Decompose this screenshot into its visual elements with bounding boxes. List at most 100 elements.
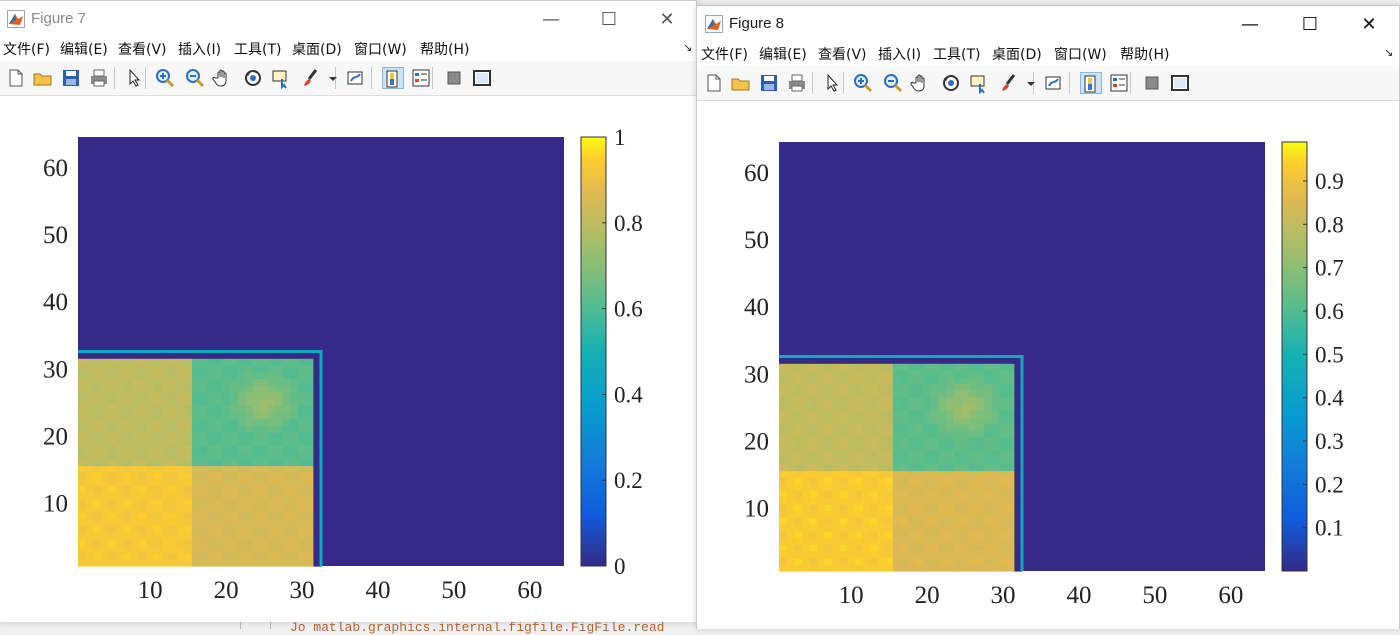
menu-tools[interactable]: 工具(T) [933,44,980,64]
heatmap-cell [915,369,924,378]
save-icon[interactable] [758,72,780,94]
heatmap-cell [809,503,818,512]
menu-help[interactable]: 帮助(H) [420,39,469,59]
y-tick-label: 60 [744,160,769,187]
menu-desktop[interactable]: 桌面(D) [292,39,342,59]
figure-8-window[interactable]: Figure 8 — ☐ ✕ 文件(F) 编辑(E) 查看(V) 插入(I) 工… [696,5,1400,629]
heatmap-cell [779,416,788,425]
menu-file[interactable]: 文件(F) [701,44,748,64]
heatmap-figure[interactable]: 10 20 30 40 50 601020304050600.10.20.30.40.50… [697,101,1399,629]
heatmap-cell [222,498,231,507]
brush-icon[interactable] [300,67,322,89]
heatmap-cell [968,530,978,539]
legend-icon[interactable] [1108,72,1130,94]
pan-hand-icon[interactable] [212,67,234,89]
legend-icon[interactable] [410,67,432,89]
print-icon[interactable] [786,72,808,94]
heatmap-cell [854,524,864,532]
menu-window[interactable]: 窗口(W) [354,39,407,59]
zoom-out-icon[interactable] [882,72,904,94]
heatmap-cell [779,450,788,458]
x-tick-label: 40 [365,577,390,604]
rotate-3d-icon[interactable] [940,72,962,94]
minimize-button[interactable]: — [1227,6,1273,42]
menu-desktop[interactable]: 桌面(D) [992,44,1042,64]
heatmap-cell [854,376,864,384]
pointer-icon[interactable] [123,67,145,89]
data-cursor-icon[interactable] [270,67,292,89]
figure-7-window[interactable]: Figure 7 — ☐ ✕ 文件(F) 编辑(E) 查看(V) 插入(I) 工… [0,0,697,622]
rotate-3d-icon[interactable] [242,67,264,89]
menu-insert[interactable]: 插入(I) [178,39,221,59]
heatmap-cell [892,443,902,451]
new-file-icon[interactable] [5,67,27,89]
brush-dropdown-icon[interactable] [322,67,337,89]
colorbar-icon[interactable] [1080,72,1102,94]
data-cursor-icon[interactable] [968,72,990,94]
close-button[interactable]: ✕ [1346,6,1392,42]
heatmap-cell [298,472,307,480]
menu-view[interactable]: 查看(V) [818,44,867,64]
zoom-in-icon[interactable] [852,72,874,94]
heatmap-cell [991,530,1000,539]
heatmap-cell [968,363,978,371]
menu-view[interactable]: 查看(V) [118,39,167,59]
show-plot-tools-icon[interactable] [1169,72,1191,94]
heatmap-cell [176,445,185,453]
heatmap-cell [991,423,1000,431]
print-icon[interactable] [88,67,110,89]
pan-hand-icon[interactable] [910,72,932,94]
dock-arrow-icon[interactable]: ↘ [683,41,692,54]
heatmap-cell [199,472,208,480]
menu-insert[interactable]: 插入(I) [878,44,921,64]
open-folder-icon[interactable] [730,72,752,94]
heatmap-cell [229,418,239,426]
zoom-out-icon[interactable] [184,67,206,89]
heatmap-cell [968,524,978,532]
heatmap-cell [847,497,856,505]
colorbar-icon[interactable] [382,67,404,89]
maximize-button[interactable]: ☐ [586,1,632,37]
menu-edit[interactable]: 编辑(E) [60,39,108,59]
menu-window[interactable]: 窗口(W) [1054,44,1107,64]
heatmap-cell [938,497,947,505]
link-plot-icon[interactable] [345,67,367,89]
pointer-icon[interactable] [821,72,843,94]
save-icon[interactable] [60,67,82,89]
heatmap-cell [976,503,985,512]
menu-file[interactable]: 文件(F) [3,39,50,59]
heatmap-cell [809,369,818,378]
new-file-icon[interactable] [703,72,725,94]
hide-plot-tools-icon[interactable] [1141,72,1163,94]
heatmap-cell [999,457,1008,465]
heatmap-cell [953,510,962,518]
maximize-button[interactable]: ☐ [1287,6,1333,42]
heatmap-cell [779,517,788,525]
close-button[interactable]: ✕ [644,1,690,37]
menu-help[interactable]: 帮助(H) [1120,44,1169,64]
title-bar[interactable]: Figure 7 — ☐ ✕ [0,1,696,37]
heatmap-cell [78,465,87,473]
brush-dropdown-icon[interactable] [1020,72,1035,94]
heatmap-figure[interactable]: 10 20 30 40 50 6010203040506000.20.40.60.81 [0,96,696,622]
open-folder-icon[interactable] [32,67,54,89]
hide-plot-tools-icon[interactable] [443,67,465,89]
link-plot-icon[interactable] [1043,72,1065,94]
heatmap-cell [176,411,185,420]
heatmap-cell [252,492,261,500]
show-plot-tools-icon[interactable] [471,67,493,89]
heatmap-cell [123,532,132,540]
title-bar[interactable]: Figure 8 — ☐ ✕ [697,6,1399,42]
colorbar-tick-label: 0.6 [1315,299,1344,324]
brush-icon[interactable] [998,72,1020,94]
heatmap-cell [176,492,185,500]
dock-arrow-icon[interactable]: ↘ [1384,46,1393,59]
heatmap-cell [245,371,254,379]
zoom-in-icon[interactable] [154,67,176,89]
menu-tools[interactable]: 工具(T) [234,39,281,59]
heatmap-cell [839,537,848,545]
heatmap-cell [779,457,788,465]
menu-edit[interactable]: 编辑(E) [759,44,807,64]
minimize-button[interactable]: — [528,1,574,37]
heatmap-cell [146,398,155,406]
